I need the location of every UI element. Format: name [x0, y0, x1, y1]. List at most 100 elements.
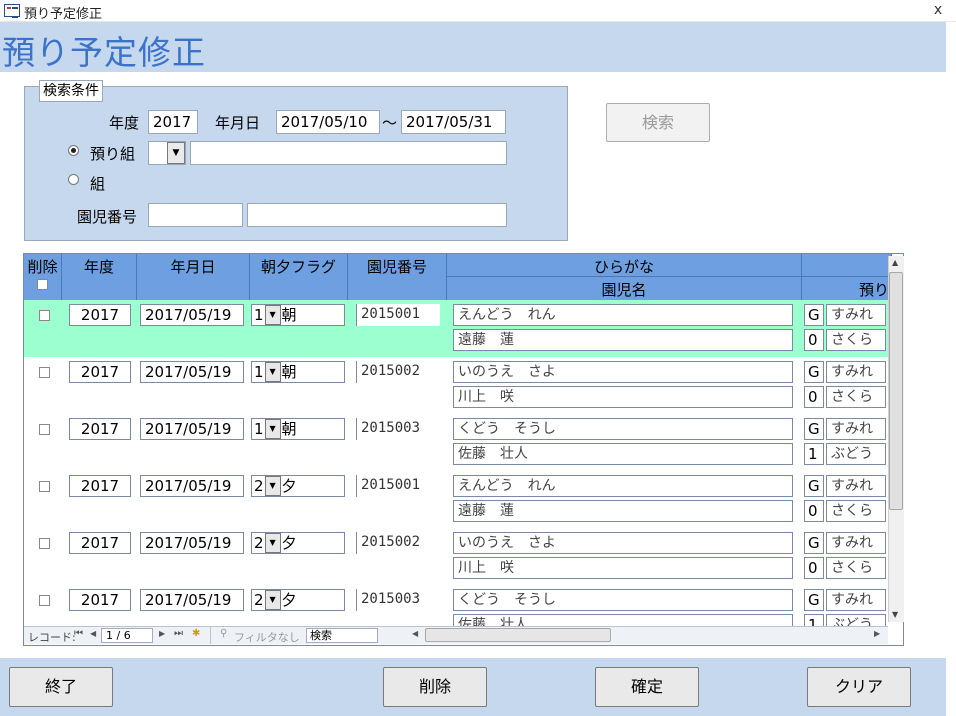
row-delete-checkbox[interactable]	[39, 310, 50, 321]
date-to-input[interactable]: 2017/05/31	[401, 110, 506, 134]
row-enji-no[interactable]: 2015003	[356, 418, 440, 440]
radio-azukari-gumi[interactable]	[68, 145, 79, 156]
row-delete-checkbox[interactable]	[39, 367, 50, 378]
header-delete-checkbox[interactable]	[37, 279, 48, 290]
row-group-code-2[interactable]: 0	[804, 557, 824, 579]
row-kumi-2[interactable]: さくら	[826, 329, 886, 351]
enji-name-field[interactable]	[247, 203, 507, 227]
record-position[interactable]: 1 / 6	[101, 628, 153, 643]
vertical-scroll-thumb[interactable]	[889, 272, 903, 510]
row-group-code-1[interactable]: G	[804, 304, 824, 326]
row-nendo[interactable]: 2017	[69, 589, 131, 611]
scroll-left-icon[interactable]: ◀	[412, 629, 418, 638]
chevron-down-icon[interactable]: ▼	[264, 305, 281, 325]
row-flag-combo[interactable]: 2 ▼ 夕	[251, 589, 345, 611]
nendo-input[interactable]: 2017	[148, 110, 198, 134]
azukari-combo[interactable]: ▼	[148, 141, 186, 165]
row-kana[interactable]: えんどう れん	[453, 304, 793, 326]
enji-no-input[interactable]	[148, 203, 243, 227]
chevron-down-icon[interactable]: ▼	[264, 362, 281, 382]
chevron-down-icon[interactable]: ▼	[167, 142, 185, 164]
row-enji-no[interactable]: 2015002	[356, 361, 440, 383]
row-group-code-2[interactable]: 0	[804, 500, 824, 522]
chevron-down-icon[interactable]: ▼	[264, 533, 281, 553]
row-nendo[interactable]: 2017	[69, 304, 131, 326]
new-record-icon[interactable]: ✱	[192, 628, 200, 639]
row-nendo[interactable]: 2017	[69, 532, 131, 554]
prev-record-icon[interactable]: ◀	[90, 629, 96, 638]
row-group-code-1[interactable]: G	[804, 361, 824, 383]
row-kumi-1[interactable]: すみれ	[826, 475, 886, 497]
azukari-name-field[interactable]	[190, 141, 507, 165]
row-flag-combo[interactable]: 1 ▼ 朝	[251, 304, 345, 326]
row-enji-no[interactable]: 2015003	[356, 589, 440, 611]
record-search-input[interactable]: 検索	[306, 628, 378, 643]
row-kana[interactable]: えんどう れん	[453, 475, 793, 497]
row-date[interactable]: 2017/05/19	[140, 589, 244, 611]
row-flag-combo[interactable]: 1 ▼ 朝	[251, 361, 345, 383]
clear-button[interactable]: クリア	[807, 667, 911, 707]
row-nendo[interactable]: 2017	[69, 475, 131, 497]
row-group-code-1[interactable]: G	[804, 589, 824, 611]
row-flag-combo[interactable]: 2 ▼ 夕	[251, 532, 345, 554]
date-from-input[interactable]: 2017/05/10	[276, 110, 380, 134]
search-button[interactable]: 検索	[606, 103, 710, 142]
row-kumi-2[interactable]: さくら	[826, 500, 886, 522]
chevron-down-icon[interactable]: ▼	[264, 590, 281, 610]
close-icon[interactable]: x	[930, 2, 946, 18]
row-name[interactable]: 川上 咲	[453, 557, 793, 579]
row-group-code-1[interactable]: G	[804, 532, 824, 554]
row-enji-no[interactable]: 2015001	[356, 475, 440, 497]
row-kana[interactable]: くどう そうし	[453, 589, 793, 611]
row-kumi-1[interactable]: すみれ	[826, 304, 886, 326]
row-group-code-1[interactable]: G	[804, 418, 824, 440]
row-kumi-2[interactable]: さくら	[826, 557, 886, 579]
row-kumi-1[interactable]: すみれ	[826, 361, 886, 383]
row-date[interactable]: 2017/05/19	[140, 361, 244, 383]
row-enji-no[interactable]: 2015002	[356, 532, 440, 554]
row-kana[interactable]: くどう そうし	[453, 418, 793, 440]
row-flag-combo[interactable]: 1 ▼ 朝	[251, 418, 345, 440]
row-delete-checkbox[interactable]	[39, 538, 50, 549]
row-name[interactable]: 佐藤 壮人	[453, 443, 793, 465]
first-record-icon[interactable]: ⏮	[74, 628, 83, 639]
scroll-up-icon[interactable]: ▲	[892, 258, 898, 267]
row-kumi-1[interactable]: すみれ	[826, 418, 886, 440]
next-record-icon[interactable]: ▶	[159, 629, 165, 638]
row-kumi-1[interactable]: すみれ	[826, 589, 886, 611]
row-name[interactable]: 遠藤 蓮	[453, 329, 793, 351]
row-nendo[interactable]: 2017	[69, 418, 131, 440]
confirm-button[interactable]: 確定	[595, 667, 699, 707]
row-kumi-2[interactable]: ぶどう	[826, 443, 886, 465]
last-record-icon[interactable]: ⏭	[174, 628, 183, 639]
delete-button[interactable]: 削除	[383, 667, 487, 707]
row-delete-checkbox[interactable]	[39, 424, 50, 435]
scroll-right-icon[interactable]: ▶	[874, 629, 880, 638]
row-name[interactable]: 遠藤 蓮	[453, 500, 793, 522]
row-kana[interactable]: いのうえ さよ	[453, 361, 793, 383]
row-group-code-2[interactable]: 1	[804, 443, 824, 465]
row-date[interactable]: 2017/05/19	[140, 475, 244, 497]
row-flag-combo[interactable]: 2 ▼ 夕	[251, 475, 345, 497]
radio-kumi[interactable]	[68, 174, 79, 185]
filter-icon[interactable]: ⚲	[220, 628, 227, 639]
row-kana[interactable]: いのうえ さよ	[453, 532, 793, 554]
row-delete-checkbox[interactable]	[39, 595, 50, 606]
horizontal-scroll-thumb[interactable]	[425, 628, 611, 642]
row-group-code-2[interactable]: 0	[804, 386, 824, 408]
chevron-down-icon[interactable]: ▼	[264, 476, 281, 496]
row-date[interactable]: 2017/05/19	[140, 304, 244, 326]
exit-button[interactable]: 終了	[9, 667, 113, 707]
row-group-code-1[interactable]: G	[804, 475, 824, 497]
filter-status[interactable]: フィルタなし	[234, 629, 300, 645]
row-date[interactable]: 2017/05/19	[140, 418, 244, 440]
chevron-down-icon[interactable]: ▼	[264, 419, 281, 439]
row-date[interactable]: 2017/05/19	[140, 532, 244, 554]
row-delete-checkbox[interactable]	[39, 481, 50, 492]
row-nendo[interactable]: 2017	[69, 361, 131, 383]
row-group-code-2[interactable]: 0	[804, 329, 824, 351]
row-kumi-2[interactable]: さくら	[826, 386, 886, 408]
row-enji-no[interactable]: 2015001	[356, 304, 440, 326]
row-name[interactable]: 川上 咲	[453, 386, 793, 408]
scroll-down-icon[interactable]: ▼	[892, 610, 898, 619]
